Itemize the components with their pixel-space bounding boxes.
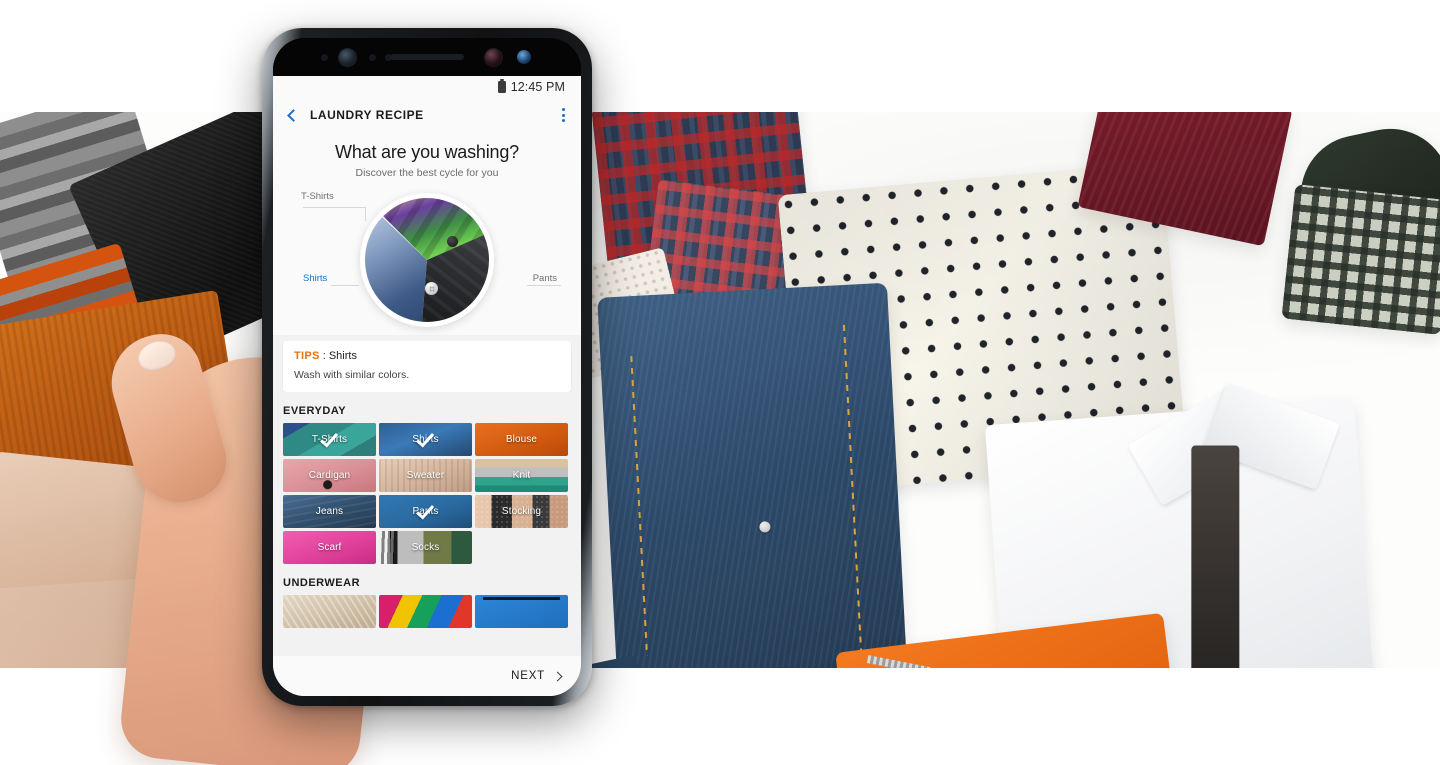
garment-tile-3[interactable] [475, 595, 568, 628]
garment-tile-label: Stocking [501, 506, 542, 517]
garment-tile-scarf[interactable]: Scarf [283, 531, 376, 564]
footer-next-bar: NEXT [273, 656, 581, 696]
garment-tile-label: Blouse [505, 434, 538, 445]
app-bar: LAUNDRY RECIPE [273, 98, 581, 132]
laundry-recipe-app: 12:45 PM LAUNDRY RECIPE What are you was… [273, 76, 581, 696]
garment-tile-sweater[interactable]: Sweater [379, 459, 472, 492]
kebab-menu-icon[interactable] [560, 104, 567, 126]
garment-tile-label: Cardigan [308, 470, 351, 481]
iris-scanner-icon [339, 49, 356, 66]
garment-necktie [1191, 445, 1240, 668]
garment-folded-jeans [597, 282, 909, 668]
status-bar: 12:45 PM [273, 76, 581, 98]
tips-value-label: Shirts [328, 350, 357, 362]
garment-tile-pants[interactable]: Pants [379, 495, 472, 528]
garment-tile-blouse[interactable]: Blouse [475, 423, 568, 456]
front-camera-icon [485, 49, 502, 66]
light-sensor-icon [369, 54, 376, 61]
section-title-everyday: EVERYDAY [283, 405, 347, 417]
dial-wheel[interactable] [360, 193, 494, 327]
status-bar-clock: 12:45 PM [510, 80, 565, 94]
tips-body-text: Wash with similar colors. [294, 369, 410, 381]
underwear-tile-grid [273, 595, 581, 634]
garment-tile-stocking[interactable]: Stocking [475, 495, 568, 528]
chevron-right-icon[interactable] [552, 671, 563, 681]
garment-dial-selector[interactable]: T-Shirts Shirts Pants [273, 185, 581, 335]
hero-section: What are you washing? Discover the best … [273, 132, 581, 185]
garment-tile-label: Sweater [406, 470, 445, 481]
everyday-tile-grid: T-Shirts Shirts Blouse Cardigan Sweater Knit J… [273, 423, 581, 564]
dial-button-white-icon [425, 282, 438, 295]
garment-tile-t-shirts[interactable]: T-Shirts [283, 423, 376, 456]
tips-separator: : [319, 350, 329, 362]
back-icon[interactable] [287, 108, 300, 122]
proximity-sensor-icon [321, 54, 328, 61]
garment-tile-label: Jeans [315, 506, 344, 517]
next-button[interactable]: NEXT [511, 670, 545, 682]
scene-root: 12:45 PM LAUNDRY RECIPE What are you was… [0, 0, 1440, 765]
hero-subheading: Discover the best cycle for you [355, 167, 499, 179]
garment-tile-1[interactable] [283, 595, 376, 628]
dial-button-dark-icon [447, 236, 458, 247]
dial-label-pants[interactable]: Pants [533, 273, 557, 284]
tips-header: TIPS : Shirts [294, 350, 560, 362]
tips-card: TIPS : Shirts Wash with similar colors. [283, 341, 571, 392]
tips-key-label: TIPS [294, 350, 320, 362]
garment-tile-label: Knit [512, 470, 531, 481]
garment-tile-shirts[interactable]: Shirts [379, 423, 472, 456]
dial-label-tshirts[interactable]: T-Shirts [301, 191, 334, 202]
hero-heading: What are you washing? [335, 142, 519, 162]
garment-tile-2[interactable] [379, 595, 472, 628]
garment-plaid-cap [1281, 184, 1440, 335]
battery-icon [497, 78, 506, 93]
garment-tile-image [379, 595, 472, 628]
category-scroll-area[interactable]: EVERYDAY T-Shirts Shirts Blouse Cardigan Swe… [273, 392, 581, 656]
led-indicator-icon [517, 50, 531, 64]
earpiece-speaker [390, 54, 464, 60]
garment-tile-socks[interactable]: Socks [379, 531, 472, 564]
garment-tile-image [283, 595, 376, 628]
page-title: LAUNDRY RECIPE [310, 108, 424, 122]
garment-tile-label: Socks [411, 542, 440, 553]
section-title-underwear: UNDERWEAR [283, 577, 361, 589]
dial-label-shirts[interactable]: Shirts [303, 273, 327, 284]
garment-tile-image [475, 595, 568, 628]
garment-tile-label: Scarf [317, 542, 342, 553]
garment-tile-knit[interactable]: Knit [475, 459, 568, 492]
phone-top-bezel [273, 38, 581, 76]
garment-tile-cardigan[interactable]: Cardigan [283, 459, 376, 492]
smartphone-device: 12:45 PM LAUNDRY RECIPE What are you was… [262, 28, 592, 706]
phone-screen: 12:45 PM LAUNDRY RECIPE What are you was… [273, 38, 581, 696]
garment-tile-jeans[interactable]: Jeans [283, 495, 376, 528]
